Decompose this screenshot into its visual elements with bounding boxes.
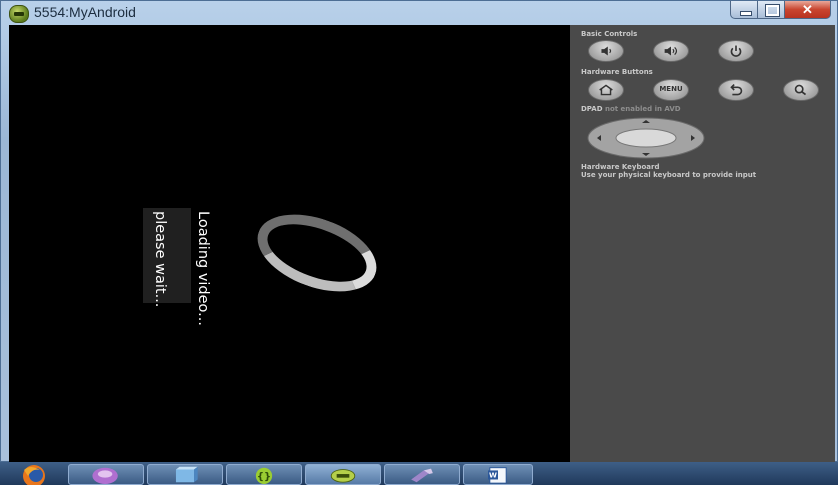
taskbar-tool[interactable] [384,464,460,485]
box-icon [175,466,198,483]
back-icon [730,83,743,96]
window-controls: ✕ [730,1,831,19]
taskbar-word[interactable]: W [463,464,533,485]
dpad-control[interactable] [586,117,706,159]
hardware-buttons-label: Hardware Buttons [581,68,653,76]
media-icon [92,467,118,484]
minimize-button[interactable] [730,1,758,19]
back-button[interactable] [718,79,754,101]
dpad-label: DPAD [581,105,603,113]
taskbar: {} W [0,462,838,485]
tool-icon [411,468,433,483]
close-button[interactable]: ✕ [785,1,831,19]
maximize-icon [765,4,780,17]
power-icon [730,45,742,57]
menu-button[interactable]: MENU [653,79,689,101]
title-bar[interactable]: 5554:MyAndroid ✕ [1,1,837,25]
firefox-icon [23,465,45,485]
android-app-icon [9,5,29,23]
emulator-window: 5554:MyAndroid ✕ please wait... Loading … [0,0,838,463]
volume-down-icon [601,46,612,56]
dpad-status-label: DPAD not enabled in AVD [581,105,681,113]
word-icon: W [488,467,507,484]
window-title: 5554:MyAndroid [34,4,136,20]
home-button[interactable] [588,79,624,101]
volume-up-button[interactable] [653,40,689,62]
dpad-disabled-note: not enabled in AVD [602,105,681,113]
keyboard-hint: Use your physical keyboard to provide in… [581,171,757,179]
taskbar-media[interactable] [68,464,144,485]
minimize-icon [740,11,752,16]
taskbar-braces[interactable]: {} [226,464,302,485]
dialog-title: Loading video... [195,211,211,326]
taskbar-firefox[interactable] [8,464,66,485]
taskbar-android[interactable] [305,464,381,485]
dialog-message: please wait... [152,211,168,308]
home-icon [599,84,613,96]
taskbar-box[interactable] [147,464,223,485]
braces-icon: {} [255,467,273,484]
volume-down-button[interactable] [588,40,624,62]
svg-text:W: W [489,471,497,480]
search-icon [794,84,807,96]
controls-panel: Basic Controls Hardware Buttons MENU DPA… [570,25,835,463]
power-button[interactable] [718,40,754,62]
hardware-keyboard-label: Hardware Keyboard [581,163,660,171]
volume-up-icon [664,46,678,56]
search-button[interactable] [783,79,819,101]
close-icon: ✕ [802,2,813,17]
menu-label: MENU [659,85,683,93]
maximize-button[interactable] [758,1,785,19]
android-icon [330,469,356,483]
basic-controls-label: Basic Controls [581,30,638,38]
svg-text:{}: {} [257,471,271,482]
